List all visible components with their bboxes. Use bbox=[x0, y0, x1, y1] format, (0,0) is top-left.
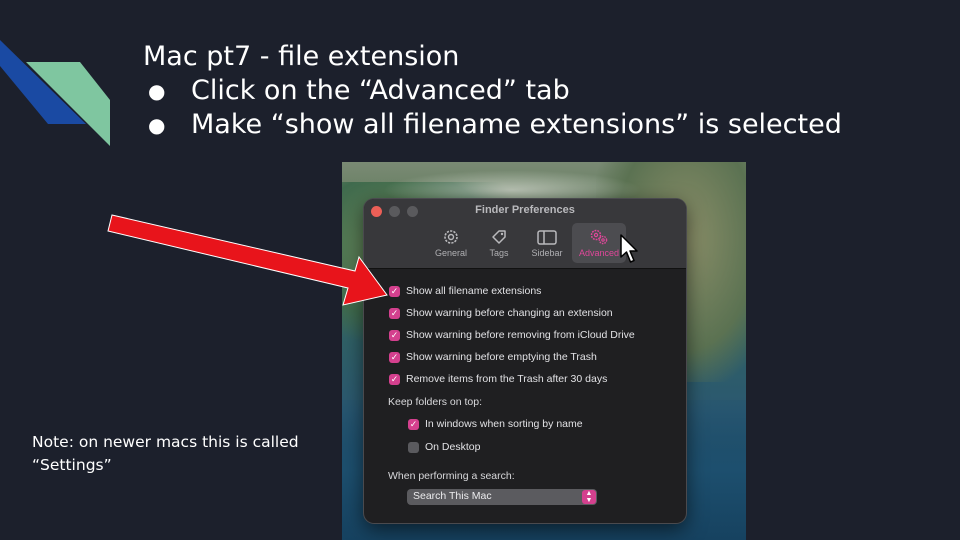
decorative-chevrons bbox=[0, 40, 110, 146]
tab-sidebar[interactable]: Sidebar bbox=[524, 223, 570, 263]
option-folders-on-top-desktop[interactable]: On Desktop bbox=[408, 439, 480, 455]
instruction-item: ● Click on the “Advanced” tab bbox=[148, 75, 570, 106]
note-text: Note: on newer macs this is called “Sett… bbox=[32, 433, 299, 474]
checkbox-checked-icon[interactable]: ✓ bbox=[389, 329, 400, 341]
preference-tabs: General Tags Sidebar Advanced bbox=[428, 223, 628, 263]
instruction-item: ● Make “show all filename extensions” is … bbox=[148, 109, 842, 140]
tab-tags[interactable]: Tags bbox=[476, 223, 522, 263]
slide-title: Mac pt7 - file extension bbox=[143, 41, 460, 72]
advanced-gears-icon bbox=[590, 229, 608, 245]
search-scope-select[interactable]: Search This Mac ▲ ▼ bbox=[407, 489, 597, 505]
red-arrow-icon bbox=[107, 214, 388, 306]
gear-icon bbox=[444, 230, 458, 244]
tab-advanced[interactable]: Advanced bbox=[572, 223, 626, 263]
checkbox-unchecked-icon[interactable] bbox=[408, 441, 419, 453]
bullet-icon: ● bbox=[148, 79, 166, 103]
window-title: Finder Preferences bbox=[475, 204, 575, 216]
option-warn-change-extension[interactable]: ✓ Show warning before changing an extens… bbox=[389, 305, 613, 321]
search-scope-label: When performing a search: bbox=[388, 470, 515, 482]
checkbox-checked-icon[interactable]: ✓ bbox=[408, 418, 419, 430]
option-folders-on-top-windows[interactable]: ✓ In windows when sorting by name bbox=[408, 416, 583, 432]
instruction-list: ● Click on the “Advanced” tab ● Make “show… bbox=[148, 74, 842, 142]
mouse-pointer-icon bbox=[620, 234, 638, 263]
checkbox-checked-icon[interactable]: ✓ bbox=[389, 351, 400, 363]
option-remove-trash-30-days[interactable]: ✓ Remove items from the Trash after 30 d… bbox=[389, 371, 607, 387]
keep-folders-label: Keep folders on top: bbox=[388, 396, 482, 408]
option-warn-empty-trash[interactable]: ✓ Show warning before emptying the Trash bbox=[389, 349, 597, 365]
tag-icon bbox=[492, 230, 506, 244]
option-show-all-extensions[interactable]: ✓ Show all filename extensions bbox=[389, 283, 541, 299]
option-warn-icloud-remove[interactable]: ✓ Show warning before removing from iClo… bbox=[389, 327, 635, 343]
tab-general[interactable]: General bbox=[428, 223, 474, 263]
bullet-icon: ● bbox=[148, 113, 166, 137]
updown-chevron-icon: ▲ ▼ bbox=[582, 490, 596, 504]
sidebar-icon bbox=[537, 230, 557, 245]
checkbox-checked-icon[interactable]: ✓ bbox=[389, 373, 400, 385]
